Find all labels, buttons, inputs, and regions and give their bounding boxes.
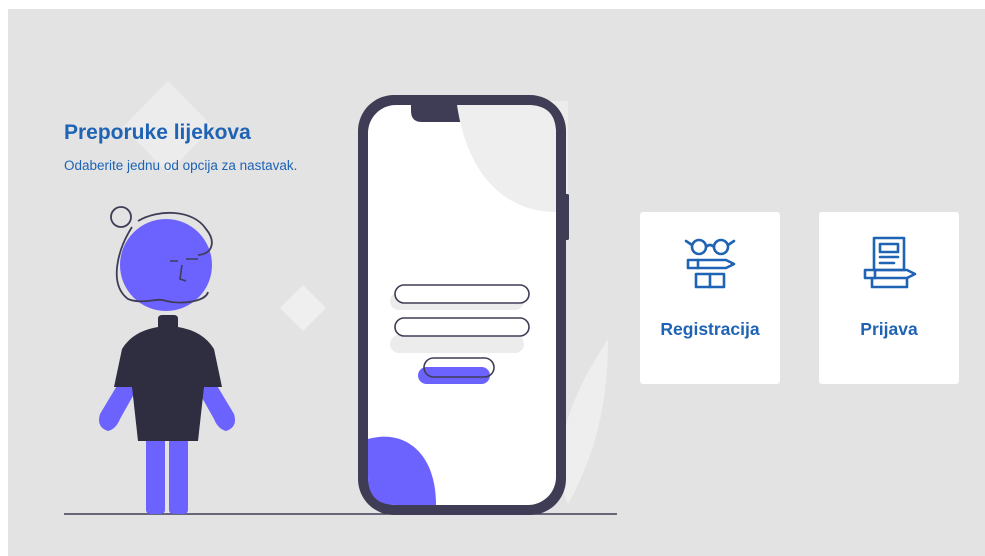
- glasses-pen-book-icon: [684, 238, 736, 289]
- username-field-illustration: [394, 284, 530, 304]
- password-field-illustration: [394, 317, 530, 337]
- decor-diamond-small: [280, 285, 326, 331]
- phone-illustration: [358, 95, 569, 515]
- person-torso: [114, 315, 222, 441]
- login-label: Prijava: [860, 319, 918, 339]
- person-hair-bun: [110, 206, 132, 228]
- person-head: [120, 219, 212, 311]
- registration-card[interactable]: Registracija: [640, 212, 780, 384]
- document-pen-icon: [863, 236, 917, 289]
- decor-leaf: [560, 339, 608, 504]
- person-left-leg: [146, 434, 165, 514]
- field-shadow-2: [390, 335, 524, 353]
- person-right-leg: [169, 434, 188, 514]
- page-title: Preporuke lijekova: [64, 121, 251, 144]
- login-card[interactable]: Prijava: [819, 212, 959, 384]
- registration-label: Registracija: [660, 319, 760, 339]
- page-subtitle: Odaberite jednu od opcija za nastavak.: [64, 158, 298, 173]
- login-illustration: [64, 81, 617, 515]
- landing-canvas: Preporuke lijekova Odaberite jednu od op…: [8, 9, 985, 556]
- person-illustration: [99, 206, 235, 514]
